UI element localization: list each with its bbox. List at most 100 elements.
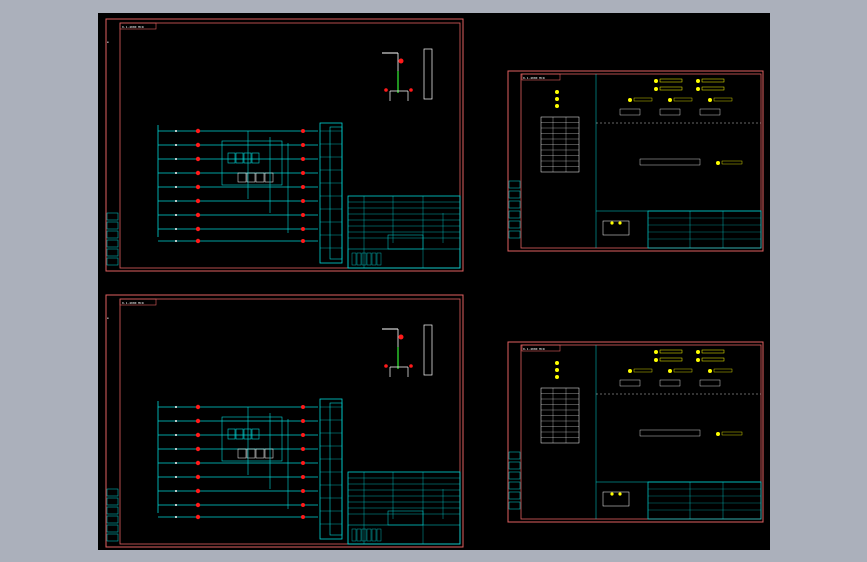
contact <box>175 158 177 160</box>
margin-block <box>106 515 119 524</box>
margin-block <box>106 533 119 542</box>
terminal-dot <box>195 170 201 176</box>
terminal-dot <box>409 88 413 92</box>
terminal-dot <box>610 221 614 225</box>
terminal-dot <box>708 369 712 373</box>
contact <box>175 462 177 464</box>
terminal-dot <box>716 161 720 165</box>
margin-block <box>106 488 119 497</box>
terminal-dot <box>301 171 305 175</box>
terminal-dot <box>301 489 305 493</box>
terminal-dot <box>301 213 305 217</box>
cad-drawing-canvas[interactable]: 0-1-4000 MCR ≡ 0-1-4000 MCR ≡ 0-1-4000 MCR 0-… <box>98 13 770 550</box>
schematic-sheet-1: 0-1-4000 MCR ≡ <box>105 18 464 272</box>
contact <box>175 406 177 408</box>
margin-block <box>508 200 521 209</box>
margin-block <box>508 481 521 490</box>
title-tag: 0-1-4000 MCR <box>523 347 545 351</box>
terminal-dot <box>696 87 700 91</box>
sheet-inner-frame <box>119 22 461 269</box>
terminal-dot <box>708 98 712 102</box>
sheet-inner-frame <box>119 298 461 545</box>
terminal-dot <box>301 227 305 231</box>
margin-block <box>106 497 119 506</box>
terminal-dot <box>195 128 201 134</box>
terminal-dot <box>555 104 559 108</box>
contact <box>175 420 177 422</box>
terminal-dot <box>398 58 404 64</box>
title-tag: 0-1-4000 MCR <box>122 301 144 305</box>
terminal-dot <box>301 157 305 161</box>
terminal-dot <box>696 350 700 354</box>
terminal-dot <box>195 514 201 520</box>
terminal-dot <box>301 419 305 423</box>
terminal-dot <box>301 143 305 147</box>
contact <box>175 448 177 450</box>
margin-block <box>508 501 521 510</box>
terminal-dot <box>696 79 700 83</box>
terminal-dot <box>555 375 559 379</box>
terminal-dot <box>555 368 559 372</box>
margin-block <box>508 220 521 229</box>
margin-block <box>106 212 119 221</box>
margin-block <box>106 257 119 266</box>
margin-block <box>508 451 521 460</box>
terminal-dot <box>610 492 614 496</box>
terminal-dot <box>301 461 305 465</box>
layout-sheet-3: 0-1-4000 MCR <box>507 70 764 252</box>
terminal-dot <box>301 447 305 451</box>
terminal-dot <box>195 238 201 244</box>
contact <box>175 130 177 132</box>
margin-block <box>106 524 119 533</box>
margin-block <box>508 190 521 199</box>
title-block <box>347 195 461 269</box>
terminal-dot <box>301 199 305 203</box>
terminal-dot <box>195 198 201 204</box>
terminal-dot <box>555 361 559 365</box>
title-tag: 0-1-4000 MCR <box>523 76 545 80</box>
terminal-dot <box>398 334 404 340</box>
margin-symbol: ≡ <box>107 316 109 320</box>
margin-block <box>508 461 521 470</box>
terminal-dot <box>696 358 700 362</box>
terminal-dot <box>195 226 201 232</box>
margin-block <box>106 239 119 248</box>
terminal-dot <box>618 492 622 496</box>
terminal-dot <box>195 418 201 424</box>
terminal-dot <box>654 350 658 354</box>
terminal-dot <box>618 221 622 225</box>
margin-block <box>508 230 521 239</box>
terminal-dot <box>301 129 305 133</box>
contact <box>175 186 177 188</box>
terminal-dot <box>301 239 305 243</box>
terminal-dot <box>301 185 305 189</box>
terminal-dot <box>628 369 632 373</box>
margin-block <box>508 471 521 480</box>
contact <box>175 490 177 492</box>
terminal-dot <box>195 432 201 438</box>
layout-sheet-4: 0-1-4000 MCR <box>507 341 764 523</box>
title-block <box>347 471 461 545</box>
contact <box>175 434 177 436</box>
terminal-dot <box>195 142 201 148</box>
drawing-surface[interactable]: 0-1-4000 MCR≡0-1-4000 MCR≡0-1-4000 MCR0-… <box>98 13 770 550</box>
terminal-dot <box>195 212 201 218</box>
terminal-dot <box>195 460 201 466</box>
terminal-dot <box>195 502 201 508</box>
terminal-dot <box>301 503 305 507</box>
terminal-dot <box>195 184 201 190</box>
contact <box>175 214 177 216</box>
margin-block <box>508 210 521 219</box>
terminal-dot <box>716 432 720 436</box>
terminal-dot <box>195 446 201 452</box>
contact <box>175 504 177 506</box>
terminal-dot <box>195 474 201 480</box>
terminal-dot <box>301 475 305 479</box>
contact <box>175 476 177 478</box>
terminal-dot <box>195 488 201 494</box>
terminal-dot <box>654 79 658 83</box>
legend-column <box>423 324 433 376</box>
terminal-dot <box>195 156 201 162</box>
terminal-dot <box>654 358 658 362</box>
terminal-dot <box>384 88 388 92</box>
